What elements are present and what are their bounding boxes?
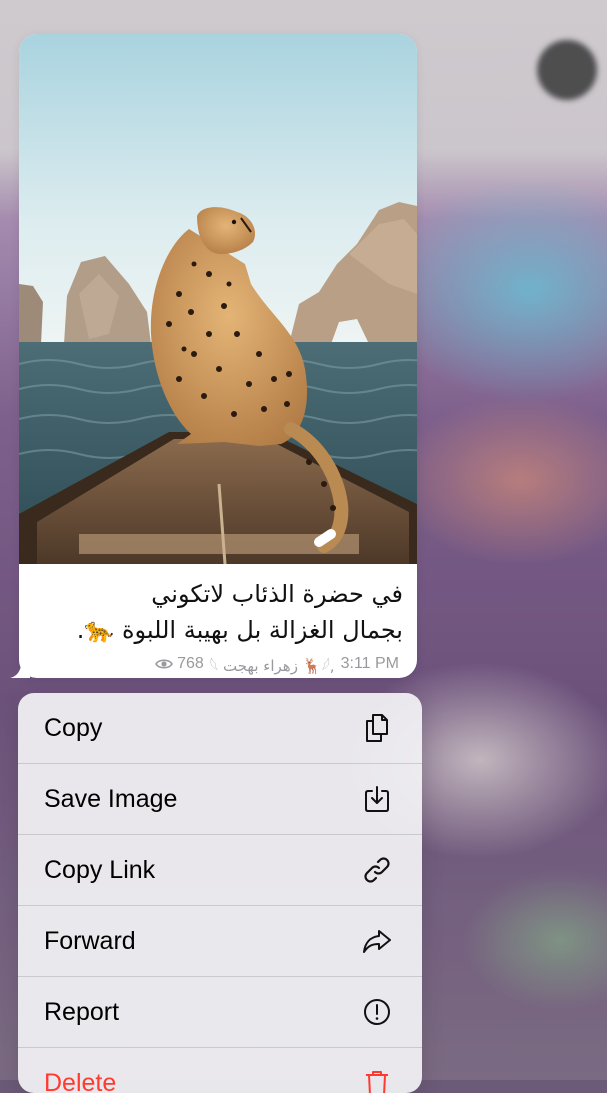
menu-item-label: Report [44,998,119,1027]
menu-item-label: Copy [44,714,102,743]
message-meta: 768 𓆩 زهراء بهجت 🦌𓆪, 3:11 PM [155,651,399,676]
views-counter: 768 [155,655,204,673]
forward-icon [360,924,394,958]
save-image-icon [360,782,394,816]
menu-item-save-image[interactable]: Save Image [18,764,422,835]
menu-item-label: Forward [44,927,136,956]
message-time: 3:11 PM [341,655,399,673]
menu-item-label: Delete [44,1069,116,1093]
message-caption: في حضرة الذئاب لاتكوني بجمال الغزالة بل … [41,576,403,648]
link-icon [360,853,394,887]
menu-item-forward[interactable]: Forward [18,906,422,977]
report-icon [360,995,394,1029]
message-bubble[interactable]: في حضرة الذئاب لاتكوني بجمال الغزالة بل … [19,34,417,678]
views-count: 768 [177,655,204,673]
caption-line-1: في حضرة الذئاب لاتكوني [41,576,403,612]
menu-item-copy-link[interactable]: Copy Link [18,835,422,906]
menu-item-report[interactable]: Report [18,977,422,1048]
caption-line-2: بجمال الغزالة بل بهيبة اللبوة 🐆. [41,612,403,648]
menu-item-delete[interactable]: Delete [18,1048,422,1093]
copy-icon [360,711,394,745]
menu-item-copy[interactable]: Copy [18,693,422,764]
menu-item-label: Copy Link [44,856,155,885]
author-signature: 𓆩 زهراء بهجت 🦌𓆪, [210,651,335,676]
eye-icon [155,658,173,670]
bubble-tail [10,660,30,678]
menu-item-label: Save Image [44,785,177,814]
cheetah-on-boat-image [19,34,417,564]
message-photo[interactable] [19,34,417,564]
context-menu: Copy Save Image Copy Link [18,693,422,1093]
